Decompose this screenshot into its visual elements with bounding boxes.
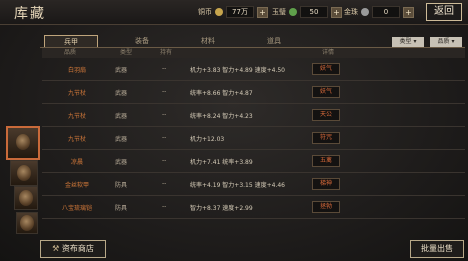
item-type: 武器 bbox=[115, 67, 128, 74]
column-holder: 持有 bbox=[160, 49, 173, 56]
item-tag: 梯神 bbox=[312, 178, 340, 190]
type-filter-dropdown[interactable]: 类型 ▾ bbox=[392, 37, 424, 47]
item-holder: -- bbox=[162, 203, 167, 210]
dropdown-label: 类型 bbox=[399, 38, 412, 45]
shop-button-label: 资布商店 bbox=[61, 244, 94, 253]
hammer-icon: ⚒ bbox=[52, 244, 60, 253]
item-name: 九节杖 bbox=[67, 113, 86, 120]
item-holder: -- bbox=[162, 157, 167, 164]
add-copper-button[interactable]: + bbox=[257, 6, 268, 18]
hero-face-icon bbox=[20, 215, 34, 231]
item-detail: 机力+7.41 统率+3.89 bbox=[190, 159, 253, 166]
item-name: 九节杖 bbox=[67, 90, 86, 97]
table-row[interactable]: 九节杖 武器 -- 机力+12.03 符咒 bbox=[42, 127, 465, 150]
resource-label: 金珠 bbox=[344, 8, 358, 16]
item-holder: -- bbox=[162, 111, 167, 118]
shop-button[interactable]: ⚒ 资布商店 bbox=[40, 240, 106, 258]
top-bar: 库藏 铜币 77万 + 玉璧 50 + 金珠 0 + 返回 bbox=[0, 0, 468, 25]
resource-gold-bead: 金珠 0 + bbox=[344, 6, 414, 18]
resource-label: 玉璧 bbox=[272, 8, 286, 16]
item-type: 武器 bbox=[115, 113, 128, 120]
hero-portrait-selected[interactable] bbox=[6, 126, 40, 160]
item-detail: 统率+4.19 智力+3.15 速度+4.46 bbox=[190, 182, 285, 189]
add-gold-bead-button[interactable]: + bbox=[403, 6, 414, 18]
item-name: 凉晨 bbox=[70, 159, 83, 166]
table-row[interactable]: 白羽扇 武器 -- 机力+3.83 智力+4.89 速度+4.50 妖气 bbox=[42, 58, 465, 81]
tab-equipment[interactable]: 装备 bbox=[116, 35, 168, 47]
hero-face-icon bbox=[16, 134, 30, 150]
resource-value: 0 bbox=[372, 6, 400, 18]
table-row[interactable]: 八宝琉璃铠 防具 -- 智力+8.37 速度+2.99 拯勃 bbox=[42, 196, 465, 219]
item-tag: 天公 bbox=[312, 109, 340, 121]
page-title: 库藏 bbox=[14, 6, 46, 22]
resource-value: 50 bbox=[300, 6, 328, 18]
dropdown-label: 品质 bbox=[437, 38, 450, 45]
tab-items[interactable]: 道具 bbox=[248, 35, 300, 47]
hero-portrait[interactable] bbox=[14, 186, 38, 210]
resource-copper: 铜币 77万 + bbox=[198, 6, 268, 18]
item-type: 武器 bbox=[115, 136, 128, 143]
item-detail: 智力+8.37 速度+2.99 bbox=[190, 205, 253, 212]
item-name: 白羽扇 bbox=[67, 67, 86, 74]
item-holder: -- bbox=[162, 134, 167, 141]
item-holder: -- bbox=[162, 65, 167, 72]
item-tag: 五禽 bbox=[312, 155, 340, 167]
item-detail: 机力+3.83 智力+4.89 速度+4.50 bbox=[190, 67, 285, 74]
table-row[interactable]: 凉晨 武器 -- 机力+7.41 统率+3.89 五禽 bbox=[42, 150, 465, 173]
resource-jade: 玉璧 50 + bbox=[272, 6, 342, 18]
back-button[interactable]: 返回 bbox=[426, 3, 462, 21]
item-detail: 统率+8.24 智力+4.23 bbox=[190, 113, 253, 120]
quality-filter-dropdown[interactable]: 品质 ▾ bbox=[430, 37, 462, 47]
resource-label: 铜币 bbox=[198, 8, 212, 16]
table-header: 品质 类型 持有 详情 bbox=[42, 48, 465, 58]
item-type: 防具 bbox=[115, 205, 128, 212]
item-holder: -- bbox=[162, 88, 167, 95]
bulk-sell-button[interactable]: 批量出售 bbox=[410, 240, 464, 258]
column-type: 类型 bbox=[120, 49, 133, 56]
copper-coin-icon bbox=[215, 8, 223, 16]
item-tag: 妖气 bbox=[312, 86, 340, 98]
item-type: 防具 bbox=[115, 182, 128, 189]
item-holder: -- bbox=[162, 180, 167, 187]
item-tag: 拯勃 bbox=[312, 201, 340, 213]
table-row[interactable]: 金丝软甲 防具 -- 统率+4.19 智力+3.15 速度+4.46 梯神 bbox=[42, 173, 465, 196]
item-detail: 机力+12.03 bbox=[190, 136, 225, 143]
tab-materials[interactable]: 材料 bbox=[182, 35, 234, 47]
item-type: 武器 bbox=[115, 159, 128, 166]
item-type: 武器 bbox=[115, 90, 128, 97]
add-jade-button[interactable]: + bbox=[331, 6, 342, 18]
item-name: 九节杖 bbox=[67, 136, 86, 143]
item-name: 金丝软甲 bbox=[64, 182, 89, 189]
item-name: 八宝琉璃铠 bbox=[61, 205, 92, 212]
item-tag: 妖气 bbox=[312, 63, 340, 75]
column-quality: 品质 bbox=[64, 49, 77, 56]
hero-portrait[interactable] bbox=[16, 212, 38, 234]
table-row[interactable]: 九节杖 武器 -- 统率+8.24 智力+4.23 天公 bbox=[42, 104, 465, 127]
jade-icon bbox=[289, 8, 297, 16]
hero-portrait[interactable] bbox=[10, 160, 38, 186]
item-tag: 符咒 bbox=[312, 132, 340, 144]
item-detail: 统率+8.66 智力+4.87 bbox=[190, 90, 253, 97]
hero-face-icon bbox=[19, 190, 33, 206]
column-detail: 详情 bbox=[322, 49, 335, 56]
hero-face-icon bbox=[17, 165, 31, 181]
resource-value: 77万 bbox=[226, 6, 254, 18]
table-row[interactable]: 九节杖 武器 -- 统率+8.66 智力+4.87 妖气 bbox=[42, 81, 465, 104]
gold-bead-icon bbox=[361, 8, 369, 16]
